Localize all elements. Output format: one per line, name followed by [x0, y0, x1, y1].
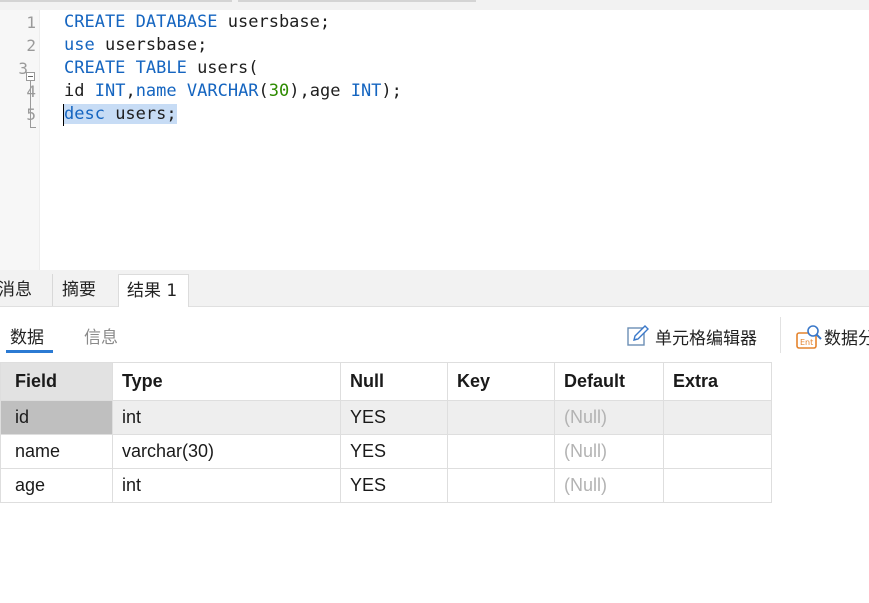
- sql-keyword: INT: [94, 81, 126, 101]
- code-line-text: use usersbase;: [64, 35, 207, 55]
- code-line[interactable]: use usersbase;: [64, 34, 207, 57]
- sql-number: 30: [268, 81, 290, 101]
- subtab-info[interactable]: 信息: [84, 323, 118, 348]
- data-generator-icon: Ent: [796, 325, 822, 349]
- sql-text: users;: [104, 104, 177, 124]
- tab-messages[interactable]: 消息: [0, 274, 50, 306]
- sql-editor[interactable]: 1 2 3 4 5 CREATE DATABASE usersbase; use…: [0, 10, 869, 270]
- code-line-text: desc users;: [64, 104, 177, 124]
- line-number: 1: [26, 13, 36, 32]
- table-cell[interactable]: [663, 468, 772, 503]
- sql-text: usersbase;: [94, 35, 208, 55]
- tab-result-1[interactable]: 结果 1: [118, 274, 189, 307]
- subtab-data[interactable]: 数据: [10, 323, 44, 348]
- column-header-default[interactable]: Default: [554, 362, 664, 401]
- sql-text: );: [381, 81, 402, 101]
- table-row[interactable]: id int YES (Null): [0, 400, 772, 435]
- grid-header-row: Field Type Null Key Default Extra: [0, 362, 772, 401]
- line-number: 3: [18, 59, 28, 78]
- column-header-extra[interactable]: Extra: [663, 362, 772, 401]
- sql-keyword: INT: [350, 81, 382, 101]
- code-line-text: CREATE DATABASE usersbase;: [64, 12, 330, 32]
- result-tab-bar: 消息 摘要 结果 1: [0, 270, 869, 307]
- tab-summary-label: 摘要: [62, 280, 96, 300]
- sql-keyword: use: [64, 35, 95, 55]
- tab-messages-label: 消息: [0, 280, 32, 300]
- table-row[interactable]: age int YES (Null): [0, 468, 772, 503]
- sql-keyword: desc: [64, 104, 105, 124]
- column-header-null[interactable]: Null: [340, 362, 448, 401]
- line-number-gutter: 1 2 3 4 5: [0, 10, 40, 270]
- toolbar-separator: [780, 317, 781, 353]
- table-cell[interactable]: int: [112, 400, 341, 435]
- sql-text: ),age: [289, 81, 351, 101]
- table-cell[interactable]: YES: [340, 400, 448, 435]
- sql-keyword: CREATE DATABASE: [64, 12, 218, 32]
- result-toolbar: 数据 信息 单元格编辑器 Ent 数据分: [0, 307, 869, 362]
- table-cell[interactable]: age: [0, 468, 113, 503]
- column-header-type[interactable]: Type: [112, 362, 341, 401]
- table-cell[interactable]: (Null): [554, 434, 664, 469]
- cell-editor-label: 单元格编辑器: [655, 329, 757, 349]
- svg-text:Ent: Ent: [800, 338, 813, 347]
- table-cell[interactable]: (Null): [554, 400, 664, 435]
- sql-text: users(: [186, 58, 259, 78]
- edit-pencil-icon: [627, 325, 649, 346]
- sql-keyword: VARCHAR: [186, 81, 259, 101]
- table-cell[interactable]: YES: [340, 468, 448, 503]
- fold-guide-end: [30, 127, 36, 128]
- code-line[interactable]: CREATE DATABASE usersbase;: [64, 11, 330, 34]
- table-cell[interactable]: [447, 434, 555, 469]
- sql-keyword: name: [135, 81, 177, 101]
- sql-text: (: [258, 81, 269, 101]
- table-cell[interactable]: [447, 468, 555, 503]
- code-line[interactable]: id INT,name VARCHAR(30),age INT);: [64, 80, 402, 103]
- sql-keyword: CREATE TABLE: [64, 58, 187, 78]
- sql-text: ,: [125, 81, 136, 101]
- sql-text: usersbase;: [217, 12, 331, 32]
- table-cell[interactable]: [447, 400, 555, 435]
- tab-summary[interactable]: 摘要: [52, 274, 118, 306]
- table-cell[interactable]: [663, 434, 772, 469]
- data-generation-label: 数据分: [824, 329, 869, 349]
- fold-toggle-icon[interactable]: [26, 72, 35, 81]
- table-cell[interactable]: varchar(30): [112, 434, 341, 469]
- sql-text: id: [64, 81, 95, 101]
- table-cell[interactable]: YES: [340, 434, 448, 469]
- active-subtab-indicator: [6, 350, 53, 353]
- column-header-field[interactable]: Field: [0, 362, 113, 401]
- result-grid[interactable]: Field Type Null Key Default Extra id int…: [0, 362, 772, 503]
- table-row[interactable]: name varchar(30) YES (Null): [0, 434, 772, 469]
- line-number: 2: [26, 36, 36, 55]
- code-line[interactable]: CREATE TABLE users(: [64, 57, 258, 80]
- code-line[interactable]: desc users;: [64, 103, 177, 126]
- editor-tab-edge: [238, 0, 476, 2]
- table-cell[interactable]: (Null): [554, 468, 664, 503]
- table-cell[interactable]: int: [112, 468, 341, 503]
- table-cell[interactable]: [663, 400, 772, 435]
- fold-guide: [30, 81, 31, 127]
- code-line-text: CREATE TABLE users(: [64, 58, 258, 78]
- table-cell[interactable]: name: [0, 434, 113, 469]
- editor-tab-edge: [0, 0, 232, 2]
- editor-tab-strip: [0, 0, 869, 10]
- column-header-key[interactable]: Key: [447, 362, 555, 401]
- tab-result-1-label: 结果 1: [127, 281, 178, 301]
- table-cell[interactable]: id: [0, 400, 113, 435]
- code-line-text: id INT,name VARCHAR(30),age INT);: [64, 81, 402, 101]
- text-caret: [63, 104, 64, 126]
